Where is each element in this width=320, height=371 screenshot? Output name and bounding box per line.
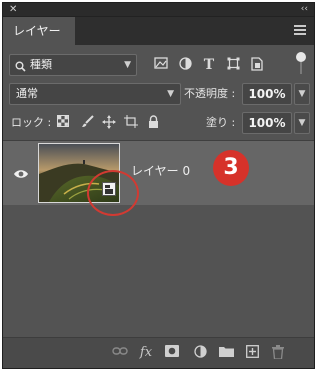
fill-field[interactable]: 100% [242, 112, 292, 134]
lock-label: ロック : [11, 116, 52, 129]
group-folder-icon[interactable] [217, 345, 235, 361]
panel-menu-icon[interactable] [294, 25, 306, 37]
tab-bar: レイヤー [3, 17, 314, 45]
link-icon[interactable] [111, 345, 129, 361]
chevron-down-icon: ▼ [167, 89, 174, 99]
image-filter-icon[interactable] [153, 57, 169, 73]
close-icon[interactable]: ✕ [9, 3, 17, 16]
opacity-label: 不透明度 : [184, 87, 236, 100]
step-number-badge: 3 [213, 150, 249, 186]
smart-object-filter-icon[interactable] [249, 57, 265, 73]
layer-row[interactable]: レイヤー 0 3 [3, 141, 314, 216]
filter-row: 種類 ▼ T [9, 52, 308, 76]
blend-row: 通常 ▼ 不透明度 : 100% ▼ [9, 83, 310, 105]
fx-icon[interactable]: fx [137, 345, 155, 361]
trash-icon[interactable] [269, 345, 287, 361]
filter-kind-label: 種類 [30, 58, 52, 71]
opacity-dropdown-button[interactable]: ▼ [294, 83, 310, 105]
adjustment-filter-icon[interactable] [177, 57, 193, 73]
lock-row: ロック : 塗り : 100% ▼ [9, 112, 310, 134]
layer-name[interactable]: レイヤー 0 [131, 163, 190, 179]
filter-toggle-switch[interactable] [296, 52, 306, 76]
lock-transparent-pixels-icon[interactable] [55, 115, 71, 131]
type-filter-icon[interactable]: T [201, 57, 217, 73]
chevron-down-icon: ▼ [124, 60, 131, 70]
adjustment-icon[interactable] [191, 345, 209, 361]
layers-panel: ✕ ‹‹ レイヤー 種類 ▼ T 通常 ▼ 不透明度: 100% ▼ ロック … [2, 2, 315, 369]
lock-image-pixels-icon[interactable] [79, 115, 95, 131]
layers-bottom-toolbar: fx [3, 337, 314, 368]
mask-icon[interactable] [163, 345, 181, 361]
shape-filter-icon[interactable] [225, 57, 241, 73]
tab-layers[interactable]: レイヤー [3, 17, 75, 45]
panel-title-bar: ✕ ‹‹ [3, 3, 314, 17]
fill-label: 塗り : [206, 116, 236, 129]
lock-position-icon[interactable] [101, 115, 117, 131]
search-icon [15, 59, 26, 79]
opacity-field[interactable]: 100% [242, 83, 292, 105]
collapse-icon[interactable]: ‹‹ [301, 3, 308, 16]
blend-mode-value: 通常 [16, 87, 38, 100]
new-layer-icon[interactable] [243, 345, 261, 361]
fill-dropdown-button[interactable]: ▼ [294, 112, 310, 134]
blend-mode-select[interactable]: 通常 ▼ [9, 83, 181, 105]
lock-all-icon[interactable] [145, 115, 161, 131]
lock-artboard-icon[interactable] [123, 115, 139, 131]
filter-kind-select[interactable]: 種類 ▼ [9, 54, 137, 76]
eye-visibility-icon[interactable] [13, 165, 29, 178]
layers-panel-body: 種類 ▼ T 通常 ▼ 不透明度 : 100% ▼ ロック: 塗り: 100… [3, 45, 314, 368]
